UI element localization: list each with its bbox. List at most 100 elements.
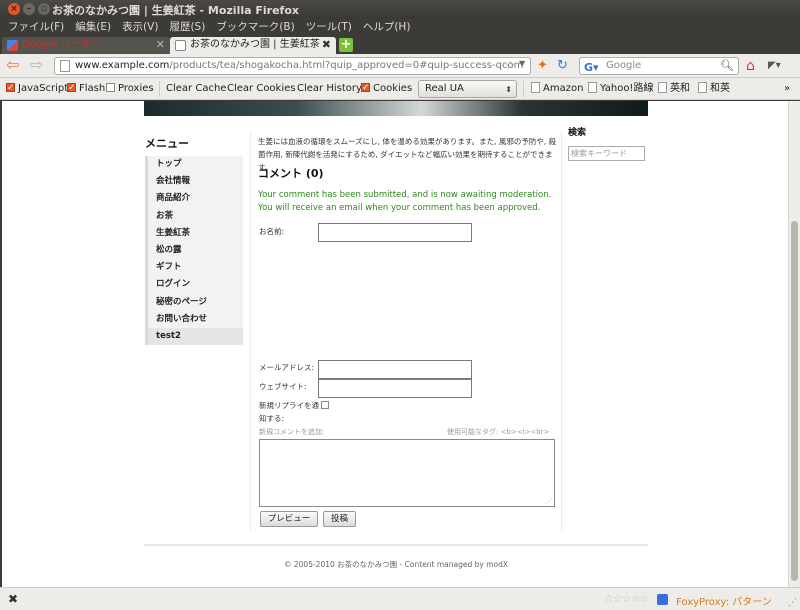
addon-icon[interactable]: ◤▾ <box>768 58 781 74</box>
menu-bookmarks[interactable]: ブックマーク(B) <box>216 18 294 36</box>
bookmark-yahoo-route[interactable]: Yahoo!路線 <box>588 82 653 96</box>
side-menu-item-company[interactable]: 会社情報 <box>145 173 243 191</box>
url-domain: www.example.com <box>75 60 170 71</box>
url-path: /products/tea/shogakocha.html?quip_appro… <box>169 60 524 71</box>
user-agent-select[interactable]: Real UA ⬍ <box>418 80 517 98</box>
bookmark-amazon[interactable]: Amazon <box>531 82 583 96</box>
cookies-checkbox[interactable] <box>361 81 370 95</box>
window-maximize-button[interactable]: ▫ <box>38 3 50 15</box>
status-bar: ✖ ☆☆☆☆☆ FoxyProxy: パターン ⋰ <box>0 587 800 610</box>
select-arrows-icon: ⬍ <box>505 85 512 94</box>
tab-label: お茶のなかみつ園 | 生姜紅茶 <box>190 39 320 50</box>
add-comment-label: 新規コメントを追加: <box>259 428 325 436</box>
reload-icon[interactable]: ↻ <box>557 58 568 74</box>
search-box[interactable]: G▾ Google 🔍︎ <box>579 57 739 75</box>
side-menu-item-contact[interactable]: お問い合わせ <box>145 310 243 328</box>
bookmark-eiwa[interactable]: 英和 <box>658 82 690 96</box>
side-menu-item-test2[interactable]: test2 <box>145 327 243 346</box>
javascript-checkbox[interactable] <box>6 81 15 95</box>
window-close-button[interactable]: × <box>8 3 20 15</box>
toolbar-overflow-icon[interactable]: » <box>784 82 790 96</box>
search-heading: 検索 <box>568 128 587 138</box>
page-favicon-icon <box>175 40 186 51</box>
page-icon <box>60 60 70 72</box>
comment-textarea[interactable]: ⋰ <box>259 439 555 507</box>
website-input[interactable] <box>318 379 472 398</box>
flash-checkbox[interactable] <box>67 81 76 95</box>
rating-stars-icon[interactable]: ☆☆☆☆☆ <box>604 592 649 605</box>
foxyproxy-status[interactable]: FoxyProxy: パターン <box>676 593 772 608</box>
mail-icon[interactable] <box>657 594 668 605</box>
foxyproxy-icon[interactable]: ✦ <box>537 58 548 74</box>
tab-close-icon[interactable]: ✕ <box>156 37 165 53</box>
comments-heading: コメント (0) <box>258 167 324 180</box>
site-search-input[interactable]: 検索キーワード <box>568 146 645 161</box>
footer-divider <box>144 544 648 546</box>
comment-success-message: Your comment has been submitted, and is … <box>258 190 552 213</box>
user-agent-value: Real UA <box>425 83 464 94</box>
clear-history-button[interactable]: Clear History <box>297 82 362 96</box>
cookies-toggle[interactable]: Cookies <box>361 81 412 96</box>
clear-cache-button[interactable]: Clear Cache <box>166 82 226 96</box>
url-history-dropdown-icon[interactable]: ▼ <box>519 59 525 68</box>
submit-button[interactable]: 投稿 <box>323 511 356 527</box>
window-resize-icon[interactable]: ⋰ <box>788 598 797 608</box>
side-menu-item-tea[interactable]: お茶 <box>145 207 243 225</box>
menu-help[interactable]: ヘルプ(H) <box>363 18 411 36</box>
window-title: お茶のなかみつ園 | 生姜紅茶 - Mozilla Firefox <box>52 4 299 17</box>
notify-checkbox[interactable] <box>321 401 329 409</box>
preview-button[interactable]: プレビュー <box>260 511 318 527</box>
clear-cookies-button[interactable]: Clear Cookies <box>227 82 295 96</box>
close-toolbar-icon[interactable]: ✖ <box>8 592 18 606</box>
flash-toggle[interactable]: Flash <box>67 81 105 96</box>
forward-arrow-icon[interactable]: ⇨ <box>30 56 43 74</box>
menu-file[interactable]: ファイル(F) <box>8 18 64 36</box>
vertical-scrollbar[interactable] <box>788 101 800 587</box>
toolbar-separator <box>523 81 524 97</box>
side-menu-item-top[interactable]: トップ <box>145 156 243 174</box>
new-tab-button[interactable]: + <box>339 38 353 52</box>
bookmark-star-icon[interactable]: ☆ <box>505 59 515 72</box>
side-menu: トップ 会社情報 商品紹介 お茶 生姜紅茶 松の露 ギフト ログイン 秘密のペー… <box>145 156 243 346</box>
footer-text: © 2005-2010 お茶のなかみつ園 - Content managed b… <box>284 560 508 569</box>
google-search-engine-icon[interactable]: G▾ <box>584 60 599 76</box>
window-minimize-button[interactable]: – <box>23 3 35 15</box>
bookmark-page-icon <box>698 82 707 93</box>
name-label: お名前: <box>259 227 285 236</box>
tab-close-icon[interactable]: ✖ <box>322 37 331 53</box>
bookmark-page-icon <box>658 82 667 93</box>
notify-label-line1: 新規リプライを通 <box>259 401 319 410</box>
menu-tools[interactable]: ツール(T) <box>306 18 352 36</box>
bookmark-waei[interactable]: 和英 <box>698 82 730 96</box>
navigation-bar: ⇦ ⇨ www.example.com/products/tea/shogako… <box>0 54 800 78</box>
side-menu-item-login[interactable]: ログイン <box>145 276 243 294</box>
back-arrow-icon[interactable]: ⇦ <box>6 56 19 74</box>
menu-view[interactable]: 表示(V) <box>122 18 158 36</box>
scrollbar-thumb[interactable] <box>791 221 798 581</box>
tab-current-page[interactable]: お茶のなかみつ園 | 生姜紅茶 ✖ <box>170 37 336 54</box>
email-label: メールアドレス: <box>259 363 315 372</box>
home-icon[interactable]: ⌂ <box>746 58 755 74</box>
resize-grip-icon[interactable]: ⋰ <box>546 497 553 505</box>
side-menu-item-ginger-tea[interactable]: 生姜紅茶 <box>145 224 243 242</box>
email-input[interactable] <box>318 360 472 379</box>
bookmark-page-icon <box>531 82 540 93</box>
website-label: ウェブサイト: <box>259 382 307 391</box>
menu-edit[interactable]: 編集(E) <box>75 18 111 36</box>
magnifier-icon[interactable]: 🔍︎ <box>720 58 734 74</box>
side-menu-item-matsunotsuyu[interactable]: 松の露 <box>145 241 243 260</box>
side-menu-item-gift[interactable]: ギフト <box>145 259 243 277</box>
side-menu-item-secret[interactable]: 秘密のページ <box>145 293 243 311</box>
url-bar[interactable]: www.example.com/products/tea/shogakocha.… <box>54 57 531 75</box>
tab-google-reader[interactable]: Google リーダー ✕ <box>2 37 170 54</box>
window-left-edge <box>0 101 2 587</box>
javascript-toggle[interactable]: JavaScript <box>6 81 68 96</box>
proxies-checkbox[interactable] <box>106 83 115 92</box>
name-input[interactable] <box>318 223 472 242</box>
menu-title: メニュー <box>145 137 189 150</box>
menu-history[interactable]: 履歴(S) <box>169 18 205 36</box>
window-titlebar: × – ▫ お茶のなかみつ園 | 生姜紅茶 - Mozilla Firefox <box>0 0 800 18</box>
side-menu-item-products[interactable]: 商品紹介 <box>145 190 243 208</box>
proxies-toggle[interactable]: Proxies <box>106 82 154 96</box>
bookmark-label: Amazon <box>543 83 584 94</box>
